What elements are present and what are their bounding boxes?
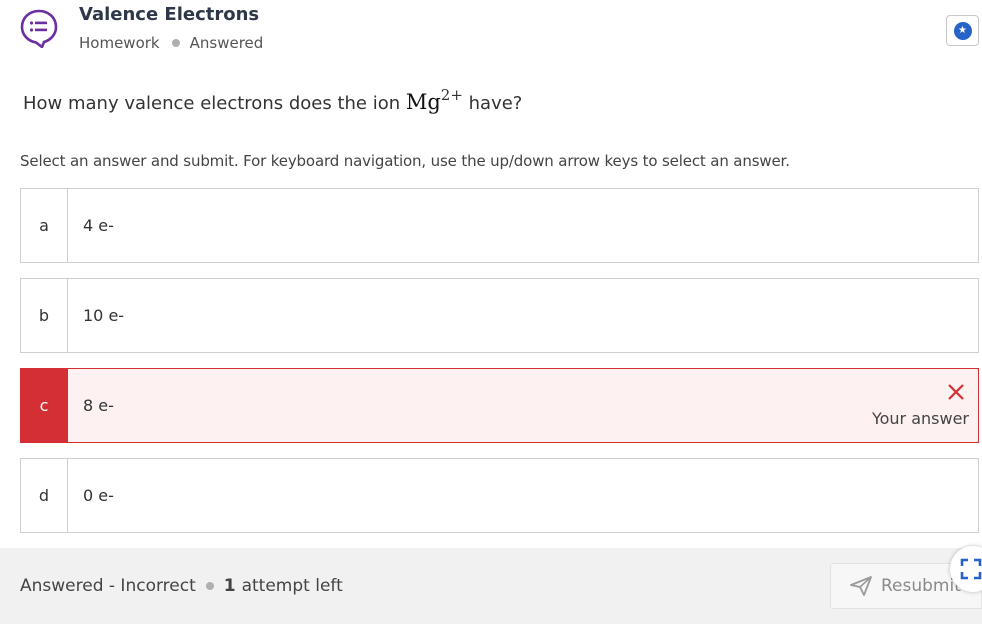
incorrect-x-icon xyxy=(948,384,964,400)
assignment-type: Homework xyxy=(79,34,160,52)
option-text: 10 e- xyxy=(83,306,125,325)
separator-dot xyxy=(171,39,180,47)
question-suffix: have? xyxy=(462,93,523,114)
option-letter: d xyxy=(21,459,68,532)
assignment-header: Valence Electrons Homework Answered ★ xyxy=(0,0,982,70)
answer-status: Your answer xyxy=(872,381,969,428)
option-letter: c xyxy=(21,369,68,442)
option-text: 8 e- xyxy=(83,396,114,415)
separator-dot xyxy=(205,582,214,590)
submission-footer: Answered - Incorrect 1 attempt left Resu… xyxy=(0,548,982,624)
resubmit-label: Resubmit xyxy=(881,576,961,596)
send-icon xyxy=(850,576,872,596)
question-prefix: How many valence electrons does the ion xyxy=(23,93,406,114)
option-letter: b xyxy=(21,279,68,352)
option-text: 4 e- xyxy=(83,216,114,235)
expand-icon xyxy=(960,558,982,580)
question-text: How many valence electrons does the ion … xyxy=(23,86,523,114)
instructions: Select an answer and submit. For keyboar… xyxy=(20,152,790,170)
star-icon: ★ xyxy=(953,21,972,40)
option-letter: a xyxy=(21,189,68,262)
answer-option-a[interactable]: a 4 e- xyxy=(20,188,979,263)
ion-symbol: Mg xyxy=(405,90,441,114)
assignment-meta: Homework Answered xyxy=(79,34,263,52)
ion-charge: 2+ xyxy=(440,86,463,104)
answer-option-d[interactable]: d 0 e- xyxy=(20,458,979,533)
chat-list-icon xyxy=(20,9,58,48)
result-status: Answered - Incorrect 1 attempt left xyxy=(20,576,343,596)
answer-option-c[interactable]: c 8 e- Your answer xyxy=(20,368,979,443)
result-text: Answered - Incorrect xyxy=(20,576,196,596)
favorite-button[interactable]: ★ xyxy=(946,15,979,46)
attempts-label: attempt left xyxy=(241,576,343,596)
answer-option-b[interactable]: b 10 e- xyxy=(20,278,979,353)
attempts-count: 1 xyxy=(223,576,236,596)
assignment-state: Answered xyxy=(189,34,264,52)
your-answer-label: Your answer xyxy=(871,409,969,428)
option-text: 0 e- xyxy=(83,486,114,505)
assignment-title: Valence Electrons xyxy=(79,4,260,25)
